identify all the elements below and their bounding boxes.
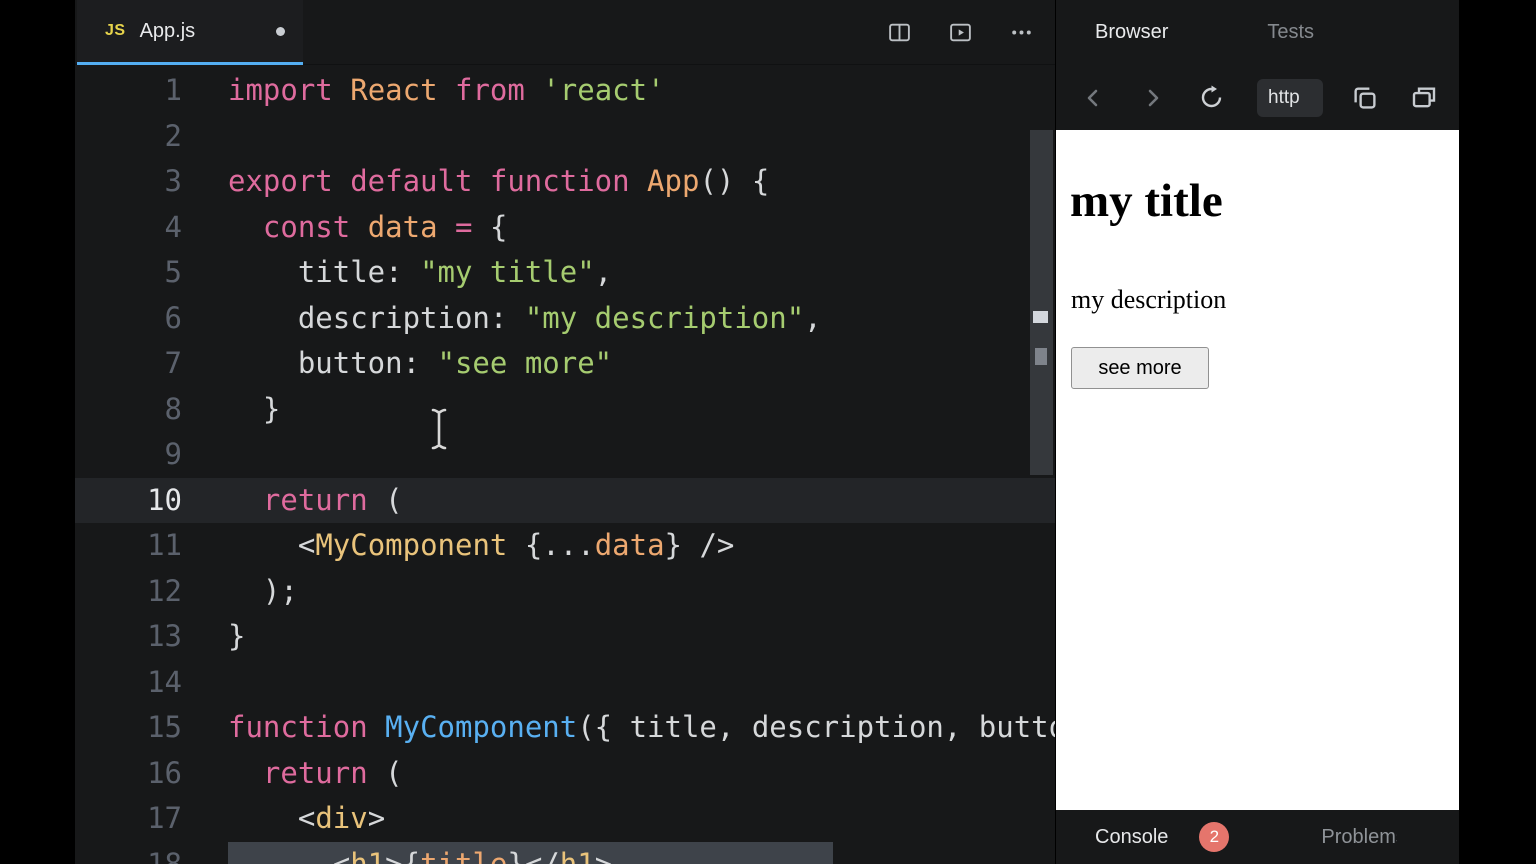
copy-icon[interactable] [1346,79,1384,117]
code-line[interactable]: 1 import React from 'react' [75,68,1055,114]
code-text: title: "my title", [228,255,613,289]
back-icon[interactable] [1080,85,1106,111]
line-number[interactable]: 8 [75,387,182,433]
editor-scrollbar[interactable] [1030,130,1053,475]
forward-icon[interactable] [1140,85,1166,111]
tab-tests[interactable]: Tests [1267,21,1314,44]
preview-panel: Browser Tests http my title my descripti… [1056,0,1459,864]
code-line[interactable]: 6 description: "my description", [75,296,1055,342]
editor-tabbar: JS App.js [75,0,1055,65]
line-number[interactable]: 10 [75,478,182,524]
tab-appjs[interactable]: JS App.js [77,0,303,65]
code-text: } [228,619,246,653]
line-number[interactable]: 1 [75,68,182,114]
page-description: my description [1071,285,1227,314]
see-more-button[interactable]: see more [1071,347,1209,389]
line-number[interactable]: 15 [75,705,182,751]
more-actions-icon[interactable] [1009,20,1034,45]
javascript-file-icon: JS [105,22,126,39]
devtools-bar: Console 2 Problems [1056,810,1459,864]
open-preview-icon[interactable] [948,20,973,45]
console-badge: 2 [1199,822,1230,852]
code-line[interactable]: 14 [75,660,1055,706]
code-line[interactable]: 12 ); [75,569,1055,615]
code-line[interactable]: 17 <div> [75,796,1055,842]
code-text: return ( [262,755,403,790]
console-tab[interactable]: Console [1095,826,1168,849]
split-editor-icon[interactable] [887,20,912,45]
code-line[interactable]: 2 [75,114,1055,160]
overview-ruler-mark [1035,348,1047,365]
code-editor[interactable]: 1 import React from 'react' 2 3 export defau… [75,65,1055,864]
line-number[interactable]: 17 [75,796,182,842]
line-number[interactable]: 2 [75,114,182,160]
code-text: import React from 'react' [228,73,665,107]
line-number[interactable]: 11 [75,523,182,569]
line-number[interactable]: 13 [75,614,182,660]
code-text: button: "see more" [228,346,613,380]
line-number[interactable]: 5 [75,250,182,296]
unsaved-indicator-icon [276,26,285,36]
line-number[interactable]: 18 [75,842,182,864]
preview-tabbar: Browser Tests [1056,0,1459,65]
code-line[interactable]: 11 <MyComponent {...data} /> [75,523,1055,569]
code-line[interactable]: 4 const data = { [75,205,1055,251]
code-text: ); [228,573,298,608]
line-number[interactable]: 3 [75,159,182,205]
line-number[interactable]: 4 [75,205,182,251]
overview-ruler-mark [1033,311,1048,323]
code-text: <h1>{title}</h1> [228,841,833,864]
line-number[interactable]: 14 [75,660,182,706]
code-line[interactable]: 13} [75,614,1055,660]
app-root: JS App.js 1 import React from 'react' 2 … [0,0,1536,864]
code-line[interactable]: 18 <h1>{title}</h1> [75,841,1055,864]
code-text: const data = { [262,209,508,244]
code-line[interactable]: 10 return ( [75,477,1055,524]
refresh-icon[interactable] [1198,84,1225,111]
line-number[interactable]: 12 [75,569,182,615]
code-text: return ( [262,482,403,517]
problems-tab[interactable]: Problems [1321,826,1397,849]
code-text: <MyComponent {...data} /> [228,528,735,562]
tab-title: App.js [139,19,196,42]
code-line[interactable]: 15 function MyComponent({ title, descript… [75,705,1055,751]
new-window-icon[interactable] [1405,79,1443,117]
line-number[interactable]: 9 [75,432,182,478]
line-number[interactable]: 7 [75,341,182,387]
browser-toolbar: http [1056,65,1459,130]
tab-browser[interactable]: Browser [1095,21,1168,44]
code-text: <div> [228,801,386,835]
code-line[interactable]: 16 return ( [75,751,1055,797]
code-line[interactable]: 7 button: "see more" [75,341,1055,387]
code-text: export default function App() { [228,164,770,198]
line-number[interactable]: 6 [75,296,182,342]
line-number[interactable]: 16 [75,751,182,797]
code-text: function MyComponent({ title, descriptio… [228,710,1055,744]
url-input[interactable]: http [1257,78,1323,117]
browser-viewport: my title my description see more [1056,130,1459,810]
text-cursor-pointer [431,408,447,450]
code-lines: 1 import React from 'react' 2 3 export defau… [75,68,1055,864]
editor-toolbar [887,0,1034,65]
page-title: my title [1070,175,1223,227]
code-line[interactable]: 8 } [75,387,1055,433]
code-text: description: "my description", [228,300,822,335]
editor-panel: JS App.js 1 import React from 'react' 2 … [75,0,1055,864]
code-line[interactable]: 5 title: "my title", [75,250,1055,296]
code-line[interactable]: 9 [75,432,1055,478]
code-line[interactable]: 3 export default function App() { [75,159,1055,205]
code-text: } [228,391,281,426]
